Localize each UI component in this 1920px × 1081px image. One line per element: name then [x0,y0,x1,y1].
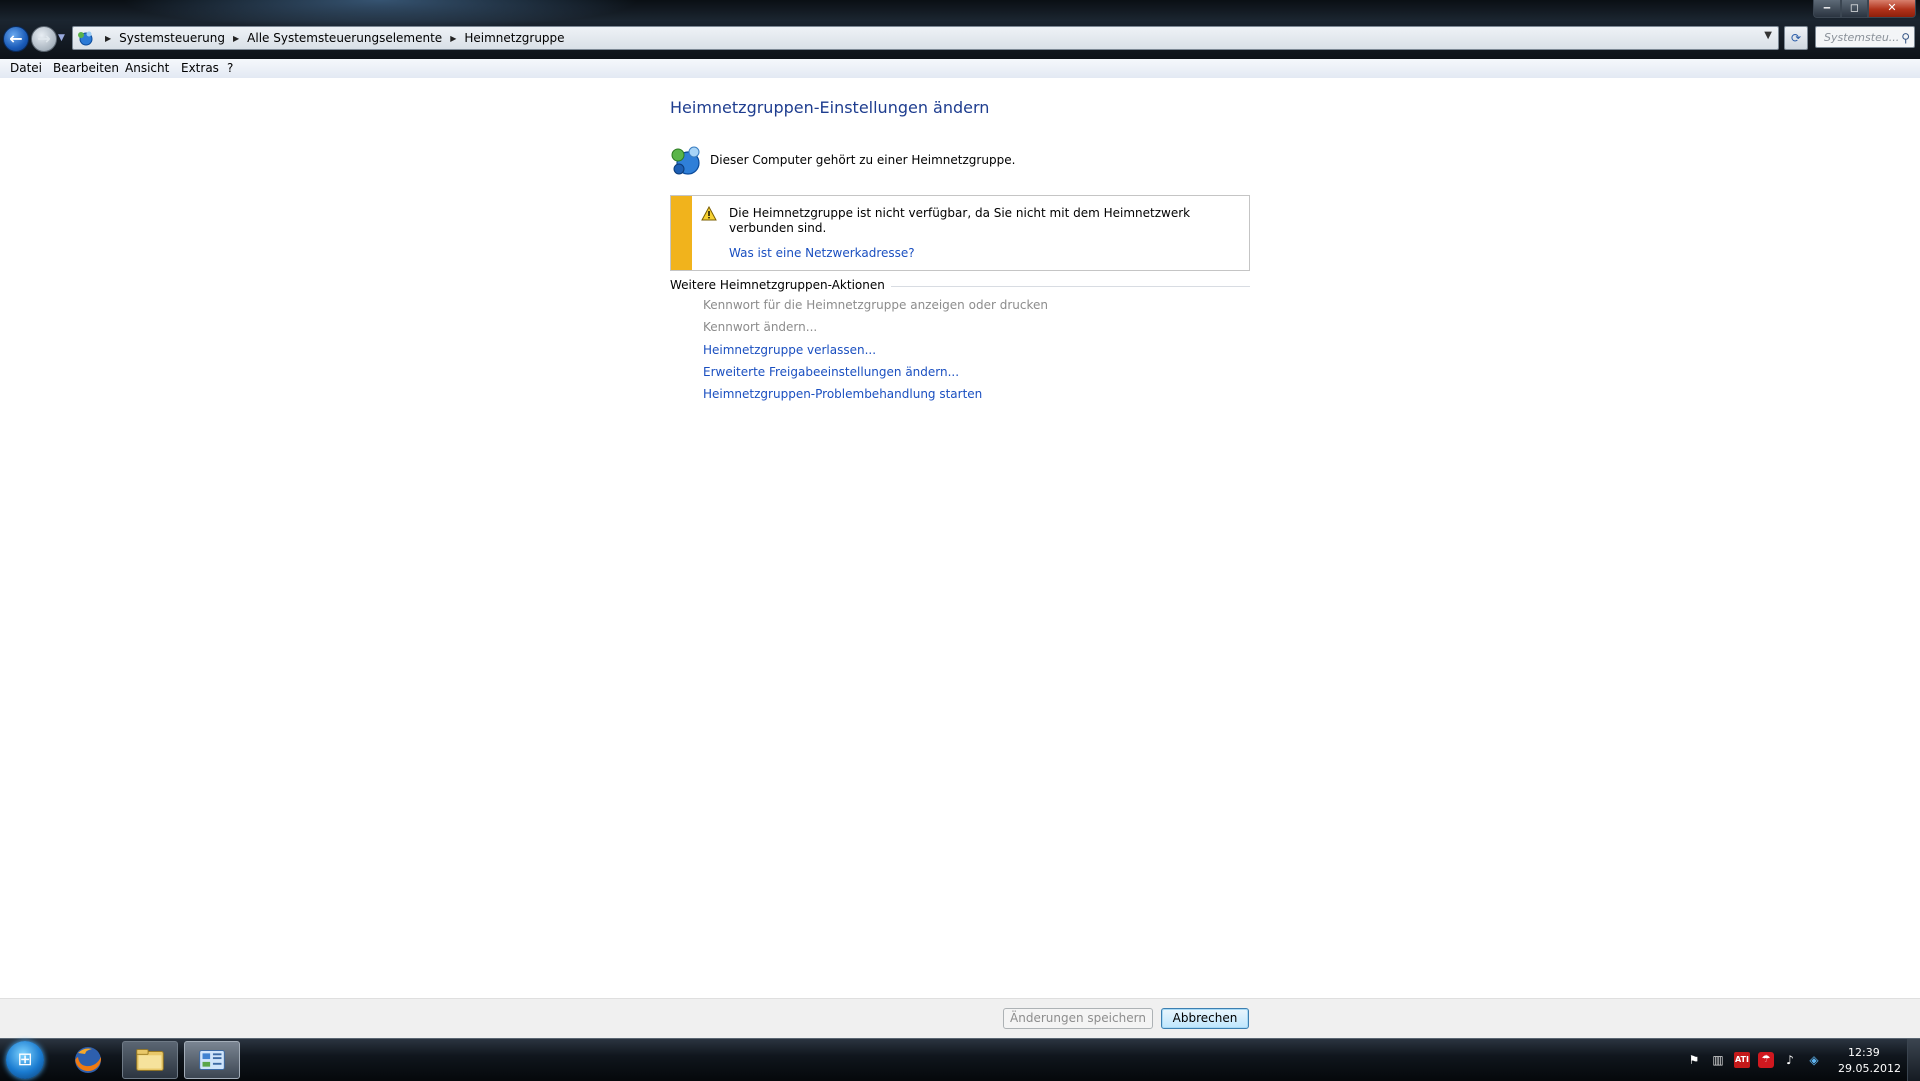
breadcrumb: ▶ Systemsteuerung ▶ Alle Systemsteuerungsel… [97,27,565,49]
warning-message: Die Heimnetzgruppe ist nicht verfügbar, … [729,206,1191,235]
clock-date[interactable]: 29.05.2012 [1838,1062,1901,1075]
history-dropdown-icon[interactable]: ▼ [58,33,65,43]
breadcrumb-item-homegroup[interactable]: Heimnetzgruppe [464,31,564,45]
window-caption-buttons: ‒ ◻ ✕ [1813,0,1916,18]
menu-item-extras[interactable]: Extras [181,61,219,75]
warning-color-bar [671,196,692,270]
cancel-button[interactable]: Abbrechen [1161,1008,1249,1029]
breadcrumb-separator-icon[interactable]: ▶ [450,28,456,50]
search-placeholder: Systemsteu... [1824,31,1900,44]
control-panel-icon [199,1050,225,1070]
maximize-button[interactable]: ◻ [1841,0,1868,18]
address-bar[interactable]: ▶ Systemsteuerung ▶ Alle Systemsteuerungsel… [72,26,1779,50]
ati-catalyst-icon[interactable]: ATI [1734,1052,1750,1068]
taskbar: ⊞ ⚑ ▥ ATI ☂ ♪ ◈ 12:39 29.05.2012 [0,1038,1920,1081]
troubleshooter-link[interactable]: Heimnetzgruppen-Problembehandlung starte… [703,387,982,401]
menu-item-ansicht[interactable]: Ansicht [125,61,169,75]
back-arrow-icon: ← [9,29,23,48]
start-button[interactable]: ⊞ [6,1041,44,1079]
refresh-icon: ⟳ [1790,31,1802,45]
homegroup-icon [78,31,93,46]
minimize-button[interactable]: ‒ [1813,0,1841,18]
save-changes-button: Änderungen speichern [1003,1008,1153,1029]
antivirus-icon[interactable]: ☂ [1758,1052,1774,1068]
warning-box: Die Heimnetzgruppe ist nicht verfügbar, … [670,195,1250,271]
show-password-link: Kennwort für die Heimnetzgruppe anzeigen… [703,298,1048,312]
windows-logo-icon: ⊞ [17,1049,33,1070]
close-button[interactable]: ✕ [1868,0,1916,18]
warning-icon [701,206,717,221]
taskbar-item-firefox[interactable] [60,1041,116,1079]
homegroup-status-text: Dieser Computer gehört zu einer Heimnetz… [710,153,1016,167]
show-desktop-button[interactable] [1907,1039,1920,1081]
taskbar-item-explorer[interactable] [122,1041,178,1079]
menu-bar: Datei Bearbeiten Ansicht Extras ? [0,59,1920,79]
network-address-help-link[interactable]: Was ist eine Netzwerkadresse? [729,246,915,260]
network-icon[interactable]: ▥ [1710,1052,1726,1068]
leave-homegroup-link[interactable]: Heimnetzgruppe verlassen... [703,343,876,357]
main-content: Heimnetzgruppen-Einstellungen ändern Die… [0,78,1920,998]
forward-button[interactable]: → [31,26,57,52]
action-center-flag-icon[interactable]: ⚑ [1686,1052,1702,1068]
menu-item-datei[interactable]: Datei [10,61,42,75]
address-dropdown-icon[interactable]: ▼ [1764,30,1772,41]
section-header: Weitere Heimnetzgruppen-Aktionen [670,278,891,292]
taskbar-item-control-panel[interactable] [184,1041,240,1079]
breadcrumb-item-all-elements[interactable]: Alle Systemsteuerungselemente [247,31,442,45]
page-title: Heimnetzgruppen-Einstellungen ändern [670,98,990,117]
window-title-bar: ‒ ◻ ✕ ← → ▼ ▶ Systemsteuerung ▶ Alle System… [0,0,1920,59]
change-password-link: Kennwort ändern... [703,320,818,334]
refresh-button[interactable]: ⟳ [1784,26,1808,50]
volume-icon[interactable]: ♪ [1782,1052,1798,1068]
forward-arrow-icon: → [37,29,51,48]
breadcrumb-separator-icon[interactable]: ▶ [233,28,239,50]
menu-item-help[interactable]: ? [227,61,233,75]
breadcrumb-separator-icon[interactable]: ▶ [105,28,111,50]
homegroup-icon [671,146,700,175]
back-button[interactable]: ← [3,26,29,52]
dropbox-icon[interactable]: ◈ [1806,1052,1822,1068]
menu-item-bearbeiten[interactable]: Bearbeiten [53,61,119,75]
search-input[interactable]: Systemsteu... ⚲ [1815,26,1915,48]
clock-time[interactable]: 12:39 [1848,1046,1880,1059]
firefox-icon [75,1047,102,1073]
advanced-sharing-settings-link[interactable]: Erweiterte Freigabeeinstellungen ändern.… [703,365,959,379]
dialog-button-strip: Änderungen speichern Abbrechen [0,998,1920,1039]
breadcrumb-item-systemsteuerung[interactable]: Systemsteuerung [119,31,225,45]
search-icon[interactable]: ⚲ [1901,27,1910,49]
windows-explorer-icon [136,1049,164,1071]
